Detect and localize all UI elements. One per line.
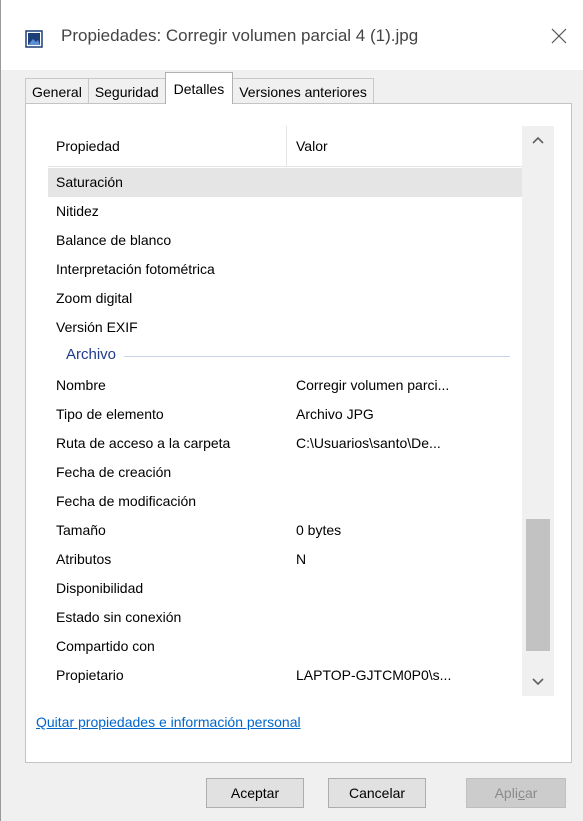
table-row[interactable]: Ruta de acceso a la carpeta C:\Usuarios\… [48,429,522,458]
image-file-icon [25,30,43,48]
table-row[interactable]: Interpretación fotométrica [48,255,522,284]
properties-list[interactable]: Propiedad Valor Saturación Nitidez Balan… [48,126,554,696]
property-name: Propietario [56,667,124,683]
table-row[interactable]: Fecha de modificación [48,487,522,516]
column-divider[interactable] [286,126,287,166]
table-row[interactable]: Nombre Corregir volumen parci... [48,371,522,400]
property-name: Balance de blanco [56,232,172,248]
scrollbar-thumb[interactable] [526,519,550,651]
table-row[interactable]: Compartido con [48,632,522,661]
tab-strip: General Seguridad Detalles Versiones ant… [25,72,374,104]
column-header-property[interactable]: Propiedad [56,138,120,154]
table-row[interactable]: Propietario LAPTOP-GJTCM0P0\s... [48,661,522,690]
ok-button[interactable]: Aceptar [206,778,304,808]
close-icon [551,28,567,44]
property-name: Disponibilidad [56,580,144,596]
property-name: Estado sin conexión [56,609,182,625]
tab-general[interactable]: General [25,78,89,104]
details-panel: Propiedad Valor Saturación Nitidez Balan… [25,103,572,763]
table-row[interactable]: Nitidez [48,197,522,226]
table-row[interactable]: Tamaño 0 bytes [48,516,522,545]
property-name: Saturación [56,174,123,190]
table-row[interactable]: Saturación [48,168,522,197]
property-name: Compartido con [56,638,155,654]
property-name: Versión EXIF [56,319,138,335]
property-value: N [296,551,307,567]
property-name: Nombre [56,377,106,393]
rows-container: Saturación Nitidez Balance de blanco Int… [48,168,522,690]
table-row[interactable]: Atributos N [48,545,522,574]
list-header: Propiedad Valor [48,126,522,167]
property-value: LAPTOP-GJTCM0P0\s... [296,667,452,683]
table-row[interactable]: Fecha de creación [48,458,522,487]
tab-versiones-anteriores[interactable]: Versiones anteriores [232,78,374,104]
property-value: Corregir volumen parci... [296,377,450,393]
table-row[interactable]: Disponibilidad [48,574,522,603]
group-header-archivo: Archivo [48,342,522,371]
scroll-up-button[interactable] [522,126,554,154]
apply-label-start: Apli [494,785,518,801]
scroll-down-button[interactable] [522,668,554,696]
tab-detalles[interactable]: Detalles [164,72,234,104]
table-row[interactable]: Tipo de elemento Archivo JPG [48,400,522,429]
close-button[interactable] [534,14,583,58]
cancel-button[interactable]: Cancelar [328,778,426,808]
properties-dialog: Propiedades: Corregir volumen parcial 4 … [0,0,583,821]
apply-label-mnemonic: c [517,785,525,801]
property-name: Atributos [56,551,112,567]
group-label: Archivo [66,346,125,363]
property-name: Tipo de elemento [56,406,164,422]
property-value: C:\Usuarios\santo\De... [296,435,441,451]
property-name: Fecha de creación [56,464,172,480]
apply-label-end: ar [524,785,538,801]
table-row[interactable]: Estado sin conexión [48,603,522,632]
property-name: Ruta de acceso a la carpeta [56,435,231,451]
window-title: Propiedades: Corregir volumen parcial 4 … [61,26,419,45]
remove-properties-link[interactable]: Quitar propiedades e información persona… [36,714,301,730]
table-row[interactable]: Zoom digital [48,284,522,313]
property-name: Fecha de modificación [56,493,197,509]
chevron-up-icon [532,136,544,144]
property-name: Nitidez [56,203,99,219]
property-name: Tamaño [56,522,106,538]
table-row[interactable]: Balance de blanco [48,226,522,255]
vertical-scrollbar[interactable] [522,126,554,696]
apply-button[interactable]: Apli c ar [466,778,566,808]
column-header-value[interactable]: Valor [296,138,328,154]
title-bar[interactable]: Propiedades: Corregir volumen parcial 4 … [1,0,583,70]
property-name: Zoom digital [56,290,133,306]
group-divider [66,356,510,357]
property-value: 0 bytes [296,522,342,538]
chevron-down-icon [532,678,544,686]
property-value: Archivo JPG [296,406,374,422]
property-name: Interpretación fotométrica [56,261,215,277]
tab-seguridad[interactable]: Seguridad [87,78,166,104]
table-row[interactable]: Versión EXIF [48,313,522,342]
